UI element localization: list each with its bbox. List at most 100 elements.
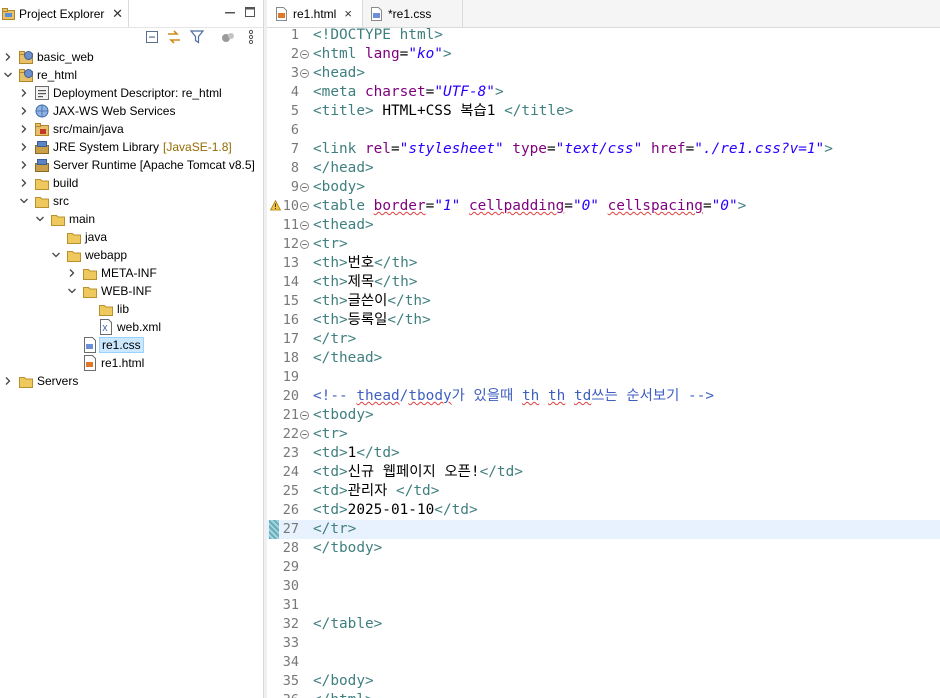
tree-item-re1-html[interactable]: re1.html xyxy=(66,354,144,372)
chevron-right-icon[interactable] xyxy=(18,177,30,189)
tree-item-main[interactable]: main xyxy=(34,210,95,228)
tree-item-re-html[interactable]: re_html xyxy=(2,66,77,84)
filter-icon[interactable] xyxy=(189,29,205,45)
code-line[interactable]: 28 </tbody> xyxy=(267,539,940,558)
fold-collapse-icon[interactable] xyxy=(300,202,309,211)
tab-project-explorer[interactable]: Project Explorer ✕ xyxy=(0,0,129,27)
code-line[interactable]: 31 xyxy=(267,596,940,615)
folder-icon xyxy=(51,215,65,226)
code-line[interactable]: 36 </html> xyxy=(267,691,940,698)
tree-item-src[interactable]: src xyxy=(18,192,69,210)
tree-item-jax-ws-web-services[interactable]: JAX-WS Web Services xyxy=(18,102,175,120)
chevron-right-icon[interactable] xyxy=(18,105,30,117)
code-line[interactable]: 25 <td>관리자 </td> xyxy=(267,482,940,501)
code-line[interactable]: 34 xyxy=(267,653,940,672)
tree-item-basic-web[interactable]: basic_web xyxy=(2,48,94,66)
code-line[interactable]: 9 <body> xyxy=(267,178,940,197)
tree-item-web-inf[interactable]: WEB-INF xyxy=(66,282,152,300)
view-menu-icon[interactable] xyxy=(243,29,259,45)
tree-item-jre-system-library[interactable]: JRE System Library [JavaSE-1.8] xyxy=(18,138,232,156)
code-line[interactable]: 3 <head> xyxy=(267,64,940,83)
fold-collapse-icon[interactable] xyxy=(300,240,309,249)
code-line[interactable]: 26 <td>2025-01-10</td> xyxy=(267,501,940,520)
tree-item-java[interactable]: java xyxy=(50,228,107,246)
tree-item-server-runtime-apache-tomcat-v8-5[interactable]: Server Runtime [Apache Tomcat v8.5] xyxy=(18,156,255,174)
chevron-down-icon[interactable] xyxy=(34,213,46,225)
chevron-down-icon[interactable] xyxy=(18,195,30,207)
chevron-right-icon[interactable] xyxy=(18,123,30,135)
code-line[interactable]: 32 </table> xyxy=(267,615,940,634)
tree-item-webapp[interactable]: webapp xyxy=(50,246,127,264)
fold-collapse-icon[interactable] xyxy=(300,183,309,192)
code-line[interactable]: 7 <link rel="stylesheet" type="text/css" … xyxy=(267,140,940,159)
close-icon[interactable]: × xyxy=(344,6,352,21)
chevron-down-icon[interactable] xyxy=(66,285,78,297)
code-line[interactable]: 23 <td>1</td> xyxy=(267,444,940,463)
close-icon[interactable]: ✕ xyxy=(112,6,123,22)
code-line[interactable]: 20 <!-- thead/tbody가 있을때 th th td쓰는 순서보기 … xyxy=(267,387,940,406)
chevron-right-icon[interactable] xyxy=(18,141,30,153)
code-line[interactable]: 21 <tbody> xyxy=(267,406,940,425)
tree-item-re1-css[interactable]: re1.css xyxy=(66,336,144,354)
code-line[interactable]: 33 xyxy=(267,634,940,653)
fold-collapse-icon[interactable] xyxy=(300,50,309,59)
chevron-right-icon[interactable] xyxy=(66,267,78,279)
code-text: </tr> xyxy=(313,520,356,539)
code-token: 신규 웹페이지 오픈! xyxy=(347,464,480,480)
code-line[interactable]: 1 <!DOCTYPE html> xyxy=(267,26,940,45)
code-line[interactable]: 4 <meta charset="UTF-8"> xyxy=(267,83,940,102)
fold-collapse-icon[interactable] xyxy=(300,430,309,439)
collapse-all-icon[interactable] xyxy=(144,29,160,45)
code-text: <!DOCTYPE html> xyxy=(313,26,443,45)
fold-collapse-icon[interactable] xyxy=(300,411,309,420)
source-editor[interactable]: 1 <!DOCTYPE html> 2 <html lang="ko"> 3 <head>… xyxy=(267,27,940,698)
view-options-icon[interactable] xyxy=(220,29,236,45)
chevron-down-icon[interactable] xyxy=(50,249,62,261)
fold-collapse-icon[interactable] xyxy=(300,221,309,230)
chevron-right-icon[interactable] xyxy=(18,159,30,171)
tree-item-meta-inf[interactable]: META-INF xyxy=(66,264,157,282)
code-token: <td> xyxy=(313,445,348,461)
code-line[interactable]: 35 </body> xyxy=(267,672,940,691)
code-line[interactable]: 29 xyxy=(267,558,940,577)
fold-collapse-icon[interactable] xyxy=(300,69,309,78)
code-line[interactable]: 5 <title> HTML+CSS 복습1 </title> xyxy=(267,102,940,121)
code-line[interactable]: 18 </thead> xyxy=(267,349,940,368)
chevron-right-icon[interactable] xyxy=(2,375,14,387)
code-line[interactable]: 12 <tr> xyxy=(267,235,940,254)
code-line[interactable]: 24 <td>신규 웹페이지 오픈!</td> xyxy=(267,463,940,482)
code-line[interactable]: 6 xyxy=(267,121,940,140)
tree-item-build[interactable]: build xyxy=(18,174,78,192)
tree-item-web-xml[interactable]: Xweb.xml xyxy=(82,318,161,336)
code-line[interactable]: 14 <th>제목</th> xyxy=(267,273,940,292)
code-line[interactable]: 13 <th>번호</th> xyxy=(267,254,940,273)
code-line[interactable]: 8 </head> xyxy=(267,159,940,178)
tab-re1-css[interactable]: *re1.css xyxy=(362,0,463,27)
code-line[interactable]: 19 xyxy=(267,368,940,387)
tab-re1-html-label: re1.html xyxy=(293,6,337,21)
code-line[interactable]: 16 <th>등록일</th> xyxy=(267,311,940,330)
tree-item-lib[interactable]: lib xyxy=(82,300,129,318)
code-token: </title> xyxy=(504,103,574,119)
code-line[interactable]: 10 <table border="1" cellpadding="0" cell… xyxy=(267,197,940,216)
chevron-right-icon[interactable] xyxy=(18,87,30,99)
chevron-right-icon[interactable] xyxy=(2,51,14,63)
code-line[interactable]: 17 </tr> xyxy=(267,330,940,349)
tree-item-label: main xyxy=(69,212,96,226)
code-line[interactable]: 2 <html lang="ko"> xyxy=(267,45,940,64)
link-with-editor-icon[interactable] xyxy=(166,29,182,45)
minimize-icon[interactable] xyxy=(222,4,238,20)
maximize-icon[interactable] xyxy=(242,4,258,20)
tree-item-deployment-descriptor-re-html[interactable]: Deployment Descriptor: re_html xyxy=(18,84,222,102)
tab-re1-html[interactable]: re1.html × xyxy=(267,0,363,27)
code-line[interactable]: 30 xyxy=(267,577,940,596)
code-line[interactable]: 11 <thead> xyxy=(267,216,940,235)
tree-item-label: java xyxy=(85,230,108,244)
chevron-down-icon[interactable] xyxy=(2,69,14,81)
code-line[interactable]: 27 </tr> xyxy=(267,520,940,539)
code-line[interactable]: 22 <tr> xyxy=(267,425,940,444)
tree-item-src-main-java[interactable]: src/main/java xyxy=(18,120,124,138)
tree-item-servers[interactable]: Servers xyxy=(2,372,78,390)
code-line[interactable]: 15 <th>글쓴이</th> xyxy=(267,292,940,311)
